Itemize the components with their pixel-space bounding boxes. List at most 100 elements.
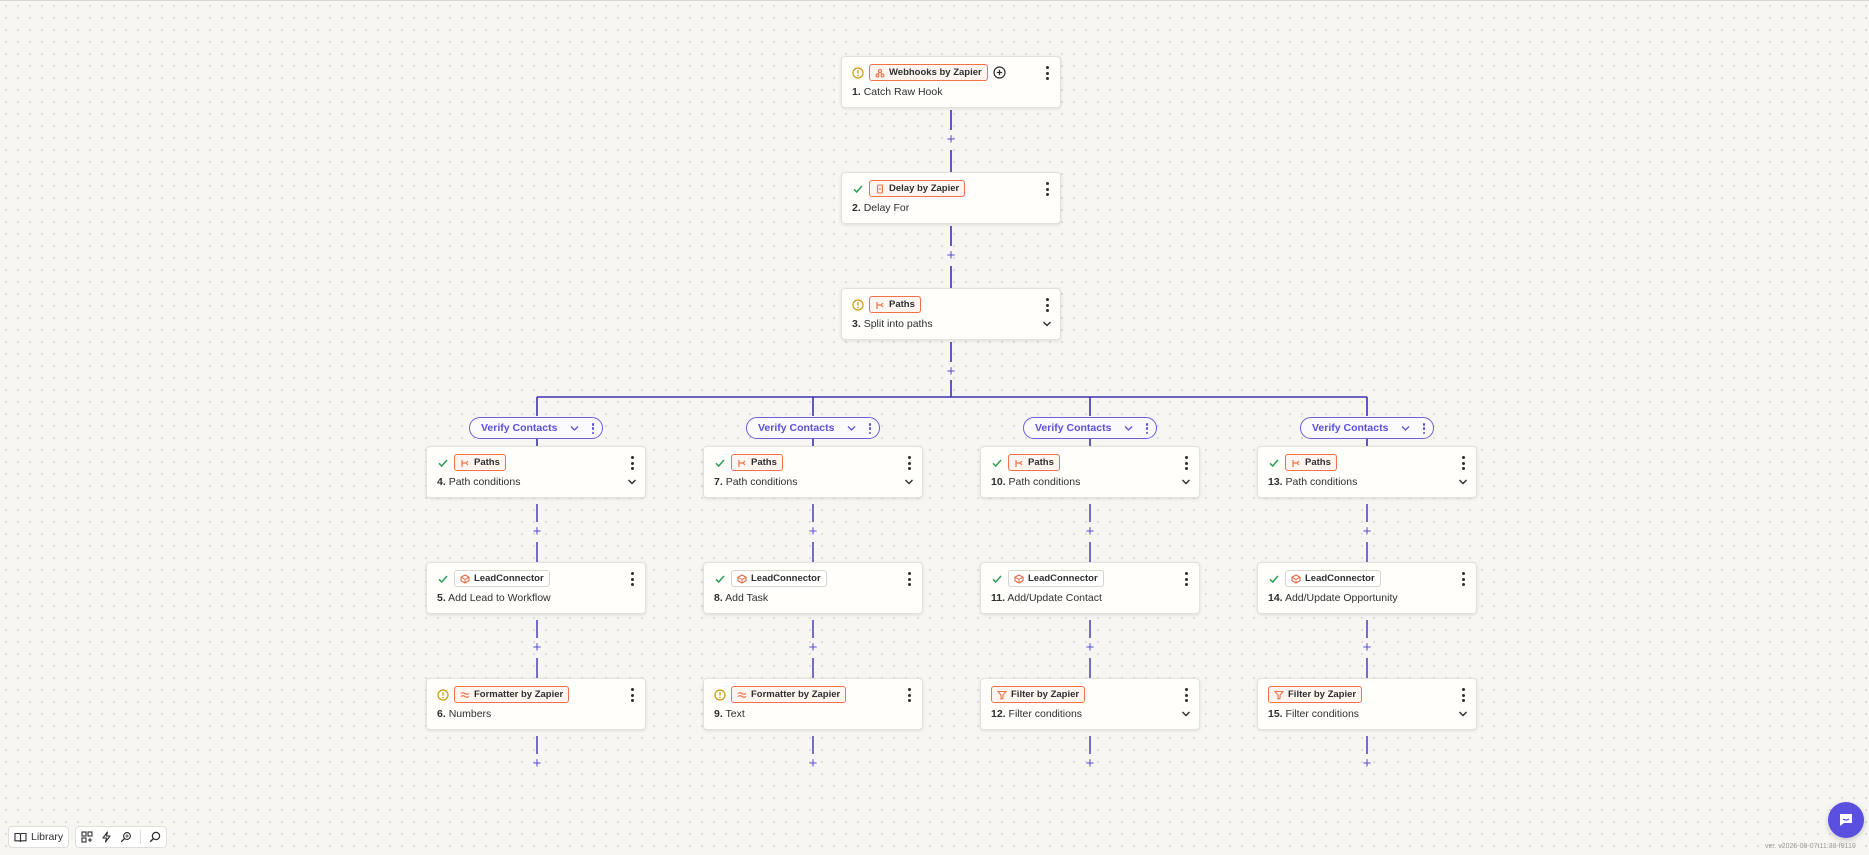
- step-card[interactable]: Filter by Zapier 12. Filter conditions: [980, 678, 1200, 730]
- more-options-icon[interactable]: [1042, 298, 1052, 312]
- add-step-button[interactable]: +: [530, 756, 544, 771]
- chevron-down-icon[interactable]: [1458, 478, 1468, 486]
- more-options-icon[interactable]: [1458, 572, 1468, 586]
- app-badge[interactable]: Formatter by Zapier: [731, 686, 847, 703]
- app-name: Delay by Zapier: [889, 183, 960, 194]
- app-badge[interactable]: Filter by Zapier: [991, 686, 1086, 703]
- check-icon: [1268, 573, 1280, 585]
- more-options-icon[interactable]: [904, 572, 914, 586]
- filter-icon: [997, 690, 1007, 700]
- more-options-icon[interactable]: [904, 456, 914, 470]
- app-badge[interactable]: LeadConnector: [731, 570, 827, 587]
- library-button[interactable]: Library: [14, 831, 63, 843]
- add-step-button[interactable]: +: [806, 524, 820, 539]
- chat-support-button[interactable]: [1828, 802, 1864, 838]
- add-step-button[interactable]: +: [1360, 524, 1374, 539]
- step-card[interactable]: Paths 10. Path conditions: [980, 446, 1200, 498]
- lightning-icon[interactable]: [101, 831, 112, 843]
- app-badge[interactable]: Paths: [869, 296, 921, 313]
- step-card[interactable]: Paths 13. Path conditions: [1257, 446, 1477, 498]
- path-label[interactable]: Verify Contacts: [1300, 417, 1434, 439]
- more-options-icon[interactable]: [627, 688, 637, 702]
- app-badge[interactable]: Paths: [1285, 454, 1337, 471]
- app-badge[interactable]: Delay by Zapier: [869, 180, 966, 197]
- more-options-icon[interactable]: [1458, 688, 1468, 702]
- add-step-button[interactable]: +: [944, 132, 958, 147]
- more-options-icon[interactable]: [627, 572, 637, 586]
- app-badge[interactable]: Paths: [454, 454, 506, 471]
- chat-bubble-icon: [1840, 814, 1852, 826]
- step-card[interactable]: Paths 4. Path conditions: [426, 446, 646, 498]
- add-step-button[interactable]: +: [806, 756, 820, 771]
- chevron-down-icon[interactable]: [904, 478, 914, 486]
- app-badge[interactable]: Filter by Zapier: [1268, 686, 1363, 703]
- check-icon: [437, 573, 449, 585]
- add-step-button[interactable]: +: [806, 640, 820, 655]
- chevron-down-icon[interactable]: [1401, 425, 1410, 432]
- more-options-icon[interactable]: [590, 423, 596, 434]
- add-step-button[interactable]: +: [944, 248, 958, 263]
- chevron-down-icon[interactable]: [1458, 710, 1468, 718]
- add-step-button[interactable]: +: [1083, 756, 1097, 771]
- app-badge[interactable]: Paths: [1008, 454, 1060, 471]
- app-badge[interactable]: Paths: [731, 454, 783, 471]
- step-card[interactable]: Filter by Zapier 15. Filter conditions: [1257, 678, 1477, 730]
- more-options-icon[interactable]: [1181, 456, 1191, 470]
- apps-icon[interactable]: [81, 831, 93, 843]
- app-name: LeadConnector: [751, 573, 821, 584]
- more-options-icon[interactable]: [904, 688, 914, 702]
- add-circle-icon[interactable]: [993, 66, 1006, 79]
- step-card[interactable]: Formatter by Zapier 6. Numbers: [426, 678, 646, 730]
- more-options-icon[interactable]: [627, 456, 637, 470]
- warning-icon: [714, 688, 726, 701]
- more-options-icon[interactable]: [867, 423, 873, 434]
- step-card[interactable]: LeadConnector 14. Add/Update Opportunity: [1257, 562, 1477, 614]
- chevron-down-icon[interactable]: [847, 425, 856, 432]
- more-options-icon[interactable]: [1421, 423, 1427, 434]
- chevron-down-icon[interactable]: [1042, 320, 1052, 328]
- chevron-down-icon[interactable]: [570, 425, 579, 432]
- app-name: LeadConnector: [1305, 573, 1375, 584]
- step-card[interactable]: Formatter by Zapier 9. Text: [703, 678, 923, 730]
- add-step-button[interactable]: +: [1360, 640, 1374, 655]
- app-badge[interactable]: LeadConnector: [1285, 570, 1381, 587]
- add-step-button[interactable]: +: [1083, 524, 1097, 539]
- more-options-icon[interactable]: [1042, 182, 1052, 196]
- more-options-icon[interactable]: [1181, 688, 1191, 702]
- check-icon: [437, 457, 449, 469]
- magic-search-icon[interactable]: [120, 831, 132, 843]
- library-group: Library: [8, 826, 70, 848]
- app-badge[interactable]: Formatter by Zapier: [454, 686, 570, 703]
- app-badge[interactable]: LeadConnector: [1008, 570, 1104, 587]
- chevron-down-icon[interactable]: [1181, 710, 1191, 718]
- chevron-down-icon[interactable]: [627, 478, 637, 486]
- step-card[interactable]: Webhooks by Zapier 1. Catch Raw Hook: [841, 56, 1061, 108]
- app-badge[interactable]: LeadConnector: [454, 570, 550, 587]
- step-card[interactable]: LeadConnector 5. Add Lead to Workflow: [426, 562, 646, 614]
- add-step-button[interactable]: +: [1083, 640, 1097, 655]
- step-card[interactable]: Paths 7. Path conditions: [703, 446, 923, 498]
- check-icon: [1268, 457, 1280, 469]
- warning-icon: [437, 688, 449, 701]
- leadconnector-icon: [737, 573, 747, 584]
- step-card[interactable]: Paths 3. Split into paths: [841, 288, 1061, 340]
- more-options-icon[interactable]: [1458, 456, 1468, 470]
- chevron-down-icon[interactable]: [1181, 478, 1191, 486]
- more-options-icon[interactable]: [1042, 66, 1052, 80]
- path-label[interactable]: Verify Contacts: [1023, 417, 1157, 439]
- step-card[interactable]: LeadConnector 8. Add Task: [703, 562, 923, 614]
- step-card[interactable]: Delay by Zapier 2. Delay For: [841, 172, 1061, 224]
- app-badge[interactable]: Webhooks by Zapier: [869, 64, 988, 81]
- path-label[interactable]: Verify Contacts: [469, 417, 603, 439]
- more-options-icon[interactable]: [1144, 423, 1150, 434]
- add-step-button[interactable]: +: [530, 640, 544, 655]
- path-label[interactable]: Verify Contacts: [746, 417, 880, 439]
- step-card[interactable]: LeadConnector 11. Add/Update Contact: [980, 562, 1200, 614]
- path-name: Verify Contacts: [758, 422, 835, 434]
- chevron-down-icon[interactable]: [1124, 425, 1133, 432]
- add-step-button[interactable]: +: [530, 524, 544, 539]
- search-icon[interactable]: [149, 831, 161, 843]
- add-step-button[interactable]: +: [944, 364, 958, 379]
- add-step-button[interactable]: +: [1360, 756, 1374, 771]
- more-options-icon[interactable]: [1181, 572, 1191, 586]
